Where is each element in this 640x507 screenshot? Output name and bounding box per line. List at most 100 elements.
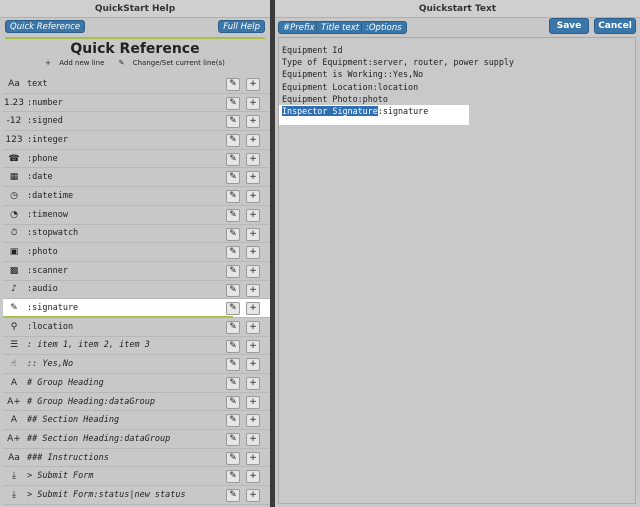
add-line-plus-icon[interactable]: + xyxy=(246,246,260,260)
set-line-wand-icon[interactable]: ✎ xyxy=(226,283,240,297)
set-line-wand-icon[interactable]: ✎ xyxy=(226,134,240,148)
set-line-wand-icon[interactable]: ✎ xyxy=(226,115,240,129)
add-line-plus-icon[interactable]: + xyxy=(246,264,260,278)
add-line-plus-icon[interactable]: + xyxy=(246,283,260,297)
full-help-button[interactable]: Full Help xyxy=(218,20,265,33)
reference-row[interactable]: ⤓ > Submit Form ✎ + xyxy=(3,467,270,487)
reference-row[interactable]: ▦:date ✎ + xyxy=(3,168,270,188)
set-line-wand-icon[interactable]: ✎ xyxy=(226,78,240,91)
editor-line-selected[interactable]: Inspector Signature:signature xyxy=(279,104,469,125)
editor-line[interactable]: Equipment Location:location xyxy=(282,81,632,93)
add-line-plus-icon[interactable]: + xyxy=(246,78,260,91)
add-line-plus-icon[interactable]: + xyxy=(246,451,260,465)
reference-row[interactable]: ▣:photo ✎ + xyxy=(3,243,270,262)
set-line-wand-icon[interactable]: ✎ xyxy=(226,152,240,166)
change-line-action[interactable]: ✎ Change/Set current line(s) xyxy=(116,59,228,67)
reference-label: : item 1, item 2, item 3 xyxy=(27,340,150,351)
reference-label: :photo xyxy=(27,247,58,258)
reference-row[interactable]: ◷:datetime ✎ + xyxy=(3,187,270,206)
set-line-wand-icon[interactable]: ✎ xyxy=(226,320,240,334)
reference-label: :integer xyxy=(27,134,68,145)
reference-row[interactable]: ☝:: Yes,No ✎ + xyxy=(3,355,270,374)
cancel-button[interactable]: Cancel xyxy=(594,18,636,34)
add-line-plus-icon[interactable]: + xyxy=(246,96,260,110)
add-line-plus-icon[interactable]: + xyxy=(246,433,260,447)
number-icon: 1.23 xyxy=(3,97,25,108)
set-line-wand-icon[interactable]: ✎ xyxy=(226,208,240,222)
add-new-line-action[interactable]: + Add new line xyxy=(42,59,107,67)
reference-row[interactable]: 123:integer ✎ + xyxy=(3,131,270,150)
set-line-wand-icon[interactable]: ✎ xyxy=(226,246,240,260)
reference-row[interactable]: 1.23:number ✎ + xyxy=(3,94,270,113)
add-line-plus-icon[interactable]: + xyxy=(246,190,260,204)
reference-row[interactable]: ⏱:stopwatch ✎ + xyxy=(3,225,270,244)
set-line-wand-icon[interactable]: ✎ xyxy=(226,414,240,428)
add-line-plus-icon[interactable]: + xyxy=(246,377,260,390)
quick-reference-button[interactable]: Quick Reference xyxy=(5,20,86,33)
set-line-wand-icon[interactable]: ✎ xyxy=(226,264,240,278)
reference-row[interactable]: Aa text ✎ + xyxy=(3,75,270,94)
quickstart-text-editor[interactable]: Equipment Id Type of Equipment:server, ro… xyxy=(278,37,636,504)
options-button[interactable]: :Options xyxy=(361,21,407,34)
set-line-wand-icon[interactable]: ✎ xyxy=(226,190,240,204)
reference-label: :signed xyxy=(27,116,63,127)
set-line-wand-icon[interactable]: ✎ xyxy=(226,395,240,409)
add-line-plus-icon[interactable]: + xyxy=(246,414,260,428)
set-line-wand-icon[interactable]: ✎ xyxy=(226,470,240,484)
editor-line[interactable]: Type of Equipment:server, router, power … xyxy=(282,56,632,68)
set-line-wand-icon[interactable]: ✎ xyxy=(226,302,240,316)
hand-icon: ☝ xyxy=(11,359,17,370)
add-line-plus-icon[interactable]: + xyxy=(246,208,260,222)
add-line-plus-icon[interactable]: + xyxy=(246,395,260,409)
clock-icon: ◔ xyxy=(10,209,18,220)
add-line-plus-icon[interactable]: + xyxy=(246,302,260,316)
set-line-wand-icon[interactable]: ✎ xyxy=(226,96,240,110)
add-line-plus-icon[interactable]: + xyxy=(246,171,260,185)
change-line-label: Change/Set current line(s) xyxy=(132,59,225,67)
add-line-plus-icon[interactable]: + xyxy=(246,339,260,353)
set-line-wand-icon[interactable]: ✎ xyxy=(226,358,240,372)
group-heading-data-icon: A+ xyxy=(7,396,21,407)
add-line-plus-icon[interactable]: + xyxy=(246,227,260,241)
calendar-icon: ▦ xyxy=(9,172,19,183)
add-line-plus-icon[interactable]: + xyxy=(246,320,260,334)
reference-row[interactable]: ◔:timenow ✎ + xyxy=(3,206,270,225)
reference-row[interactable]: ⤓ > Submit Form:status|new status ✎ + xyxy=(3,486,270,505)
reference-label: > Submit Form:status|new status xyxy=(27,489,186,500)
reference-row[interactable]: ⚲:location ✎ + xyxy=(3,318,270,337)
set-line-wand-icon[interactable]: ✎ xyxy=(226,339,240,353)
reference-label: # Group Heading xyxy=(27,377,104,388)
save-button[interactable]: Save xyxy=(549,18,589,34)
reference-row[interactable]: A+ # Group Heading:dataGroup ✎ + xyxy=(3,393,270,412)
editor-line[interactable]: Equipment Id xyxy=(282,44,632,56)
add-line-plus-icon[interactable]: + xyxy=(246,358,260,372)
set-line-wand-icon[interactable]: ✎ xyxy=(226,433,240,447)
reference-row[interactable]: Aa ### Instructions ✎ + xyxy=(3,449,270,468)
add-line-plus-icon[interactable]: + xyxy=(246,115,260,129)
set-line-wand-icon[interactable]: ✎ xyxy=(226,377,240,390)
reference-row[interactable]: ☰: item 1, item 2, item 3 ✎ + xyxy=(3,337,270,356)
reference-row[interactable]: ♪:audio ✎ + xyxy=(3,281,270,300)
prefix-button[interactable]: #Prefix xyxy=(278,21,320,34)
editor-line[interactable]: Equipment is Working::Yes,No xyxy=(282,68,632,80)
reference-row[interactable]: ▩:scanner ✎ + xyxy=(3,262,270,281)
location-pin-icon: ⚲ xyxy=(10,321,18,332)
set-line-wand-icon[interactable]: ✎ xyxy=(226,451,240,465)
reference-row[interactable]: -12:signed ✎ + xyxy=(3,112,270,132)
add-line-plus-icon[interactable]: + xyxy=(246,470,260,484)
selected-text: Inspector Signature xyxy=(282,105,378,116)
add-line-plus-icon[interactable]: + xyxy=(246,152,260,166)
set-line-wand-icon[interactable]: ✎ xyxy=(226,171,240,185)
editor-lines: Equipment Id Type of Equipment:server, ro… xyxy=(282,44,632,105)
set-line-wand-icon[interactable]: ✎ xyxy=(226,489,240,503)
reference-row[interactable]: A+ ## Section Heading:dataGroup ✎ + xyxy=(3,430,270,449)
reference-row[interactable]: A ## Section Heading ✎ + xyxy=(3,411,270,431)
reference-row[interactable]: ✎:signature ✎ + xyxy=(3,299,270,318)
add-line-plus-icon[interactable]: + xyxy=(246,489,260,503)
reference-row[interactable]: ☎:phone ✎ + xyxy=(3,150,270,169)
set-line-wand-icon[interactable]: ✎ xyxy=(226,227,240,241)
add-line-plus-icon[interactable]: + xyxy=(246,134,260,148)
title-text-button[interactable]: Title text xyxy=(316,21,365,34)
editor-line[interactable]: Equipment Photo:photo xyxy=(282,93,632,105)
reference-row[interactable]: A # Group Heading ✎ + xyxy=(3,374,270,393)
